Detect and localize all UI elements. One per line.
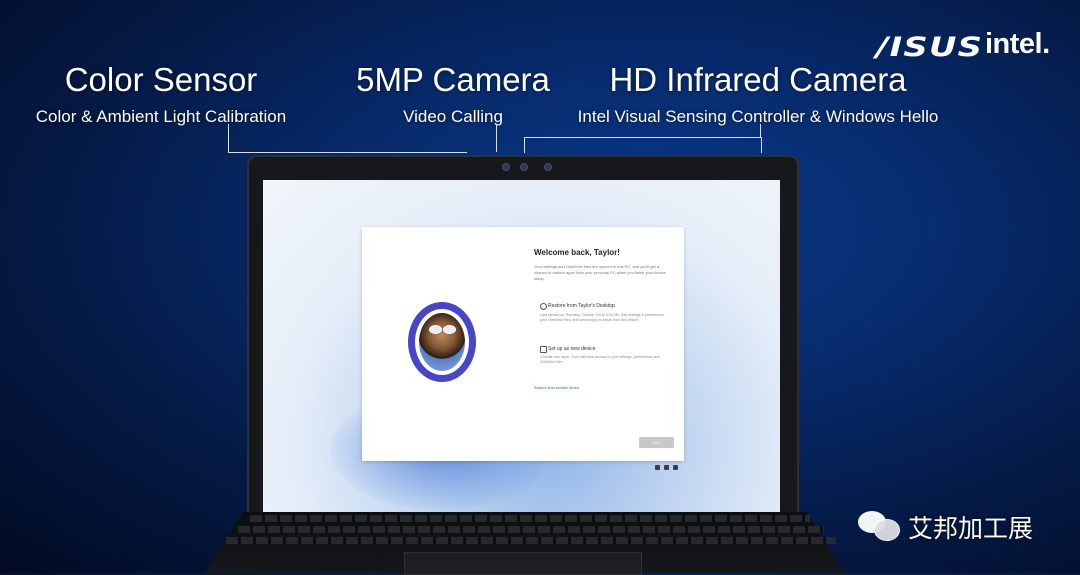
trackpad (404, 552, 642, 575)
restore-other-device-link[interactable]: Restore from another device (534, 386, 579, 390)
color-sensor-leader-line (228, 124, 467, 153)
infrared-leader-line (524, 137, 762, 153)
infrared-camera-callout: HD Infrared Camera Intel Visual Sensing … (562, 62, 954, 128)
new-device-option-description: Choose new apps. You'll still have acces… (540, 355, 660, 364)
key-row (238, 526, 824, 533)
camera-leader-line (496, 124, 497, 152)
network-icon[interactable] (664, 465, 669, 470)
infrared-lens (544, 163, 552, 171)
avatar (419, 313, 465, 371)
system-tray (655, 465, 681, 471)
restore-option-title[interactable]: Restore from Taylor's Desktop (548, 303, 615, 309)
asus-logo: /ISUS (876, 32, 984, 63)
color-sensor-dot (502, 163, 510, 171)
wechat-icon-bubble (874, 519, 900, 541)
welcome-description: Your settings and OneDrive files are syn… (534, 264, 666, 281)
camera-title: 5MP Camera (356, 61, 550, 98)
camera-module (478, 160, 568, 172)
color-sensor-callout: Color Sensor Color & Ambient Light Calib… (22, 62, 300, 128)
key-row (250, 515, 810, 522)
watermark-text: 艾邦加工展 (908, 514, 1034, 543)
camera-callout: 5MP Camera Video Calling (338, 62, 568, 128)
restore-icon (540, 303, 547, 310)
camera-lens (520, 163, 528, 171)
color-sensor-title: Color Sensor (64, 61, 258, 98)
infrared-camera-title: HD Infrared Camera (609, 61, 907, 98)
presentation-slide: /ISUS intel. Color Sensor Color & Ambien… (0, 0, 1080, 575)
new-device-option-title[interactable]: Set up as new device (548, 346, 596, 352)
new-device-icon (540, 346, 547, 353)
restore-option-description: Last synced on Thursday, October 7th at … (540, 313, 665, 322)
next-button[interactable]: Next (639, 437, 674, 448)
accessibility-icon[interactable] (655, 465, 660, 470)
key-row (226, 537, 836, 544)
infrared-leader-line-top (760, 124, 761, 138)
volume-icon[interactable] (673, 465, 678, 470)
welcome-heading: Welcome back, Taylor! (534, 248, 620, 257)
intel-logo: intel. (985, 28, 1050, 60)
avatar-glasses (429, 325, 456, 334)
infrared-camera-subtitle: Intel Visual Sensing Controller & Window… (577, 107, 939, 126)
